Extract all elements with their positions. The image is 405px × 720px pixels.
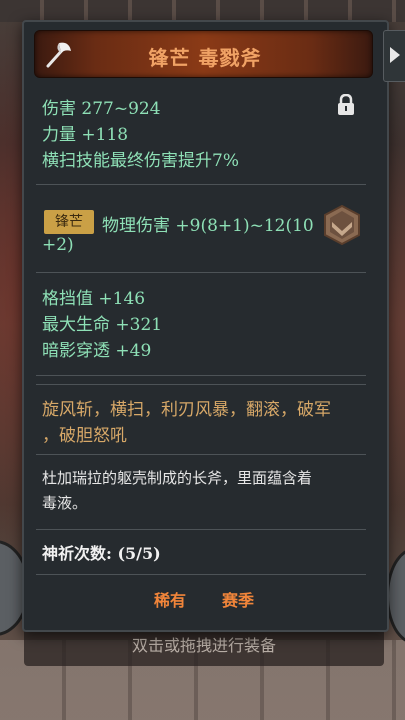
description-line1: 杜加瑞拉的躯壳制成的长斧，里面蕴含着: [42, 469, 313, 487]
axe-icon: [46, 42, 71, 68]
item-name: 锋芒 毒戮斧: [148, 46, 262, 70]
lock-icon[interactable]: [336, 94, 356, 116]
divider: [36, 272, 366, 273]
skill-list-line1: 旋风斩，横扫，利刃风暴，翻滚，破军: [42, 400, 331, 420]
description-line2: 毒液。: [42, 494, 88, 512]
equip-hint-text: 双击或拖拽进行装备: [131, 636, 276, 655]
season-tag: 赛季: [222, 591, 255, 610]
stat-damage: 伤害 277~924: [42, 99, 161, 119]
divider: [36, 384, 366, 385]
stat-block: 格挡值 +146: [42, 289, 146, 309]
stat-strength: 力量 +118: [42, 125, 129, 145]
item-header: 锋芒 毒戮斧: [34, 30, 373, 78]
affix-stat-line1: 物理伤害 +9(8+1)~12(10: [102, 216, 314, 236]
stat-shadow-penetration: 暗影穿透 +49: [42, 341, 152, 361]
skill-list-line2: ，破胆怒吼: [42, 426, 127, 446]
background-wall-strip: [0, 0, 405, 22]
affix-stat-line2: +2): [42, 235, 74, 255]
item-tooltip-panel: 锋芒 毒戮斧 伤害 277~924 力量 +118 横扫技能最终伤害提升7% 锋…: [22, 20, 389, 632]
stat-sweep-bonus: 横扫技能最终伤害提升7%: [42, 151, 239, 171]
stat-max-health: 最大生命 +321: [42, 315, 163, 335]
prayer-count: 神祈次数: (5/5): [42, 544, 161, 563]
divider: [36, 184, 366, 185]
rarity-tag: 稀有: [154, 591, 187, 610]
rank-emblem-icon: [324, 204, 360, 246]
affix-tag: 锋芒: [44, 210, 94, 234]
divider: [36, 529, 366, 530]
divider: [36, 375, 366, 376]
divider: [36, 454, 366, 455]
divider: [36, 574, 366, 575]
item-description: 杜加瑞拉的躯壳制成的长斧，里面蕴含着 毒液。: [42, 466, 367, 516]
chevron-right-icon: [390, 47, 400, 63]
skill-list: 旋风斩，横扫，利刃风暴，翻滚，破军 ，破胆怒吼: [42, 397, 367, 449]
expand-tab-button[interactable]: [383, 30, 405, 82]
